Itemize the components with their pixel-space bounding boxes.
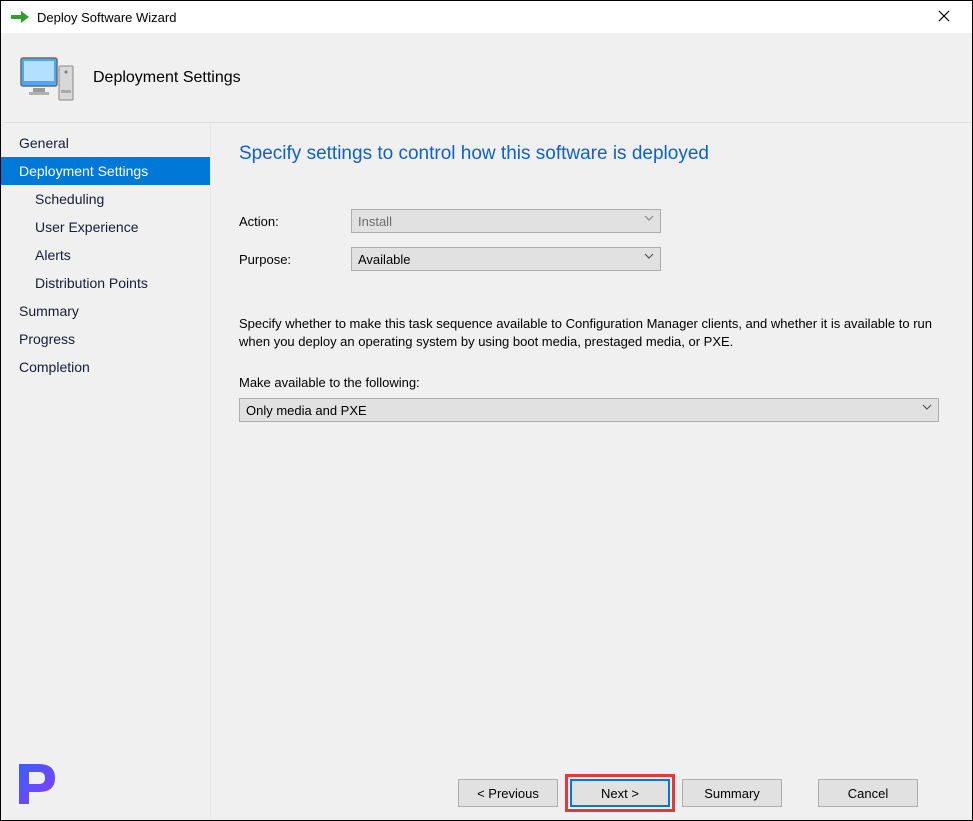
arrow-right-icon <box>11 10 29 24</box>
sidebar-item-progress[interactable]: Progress <box>1 325 210 353</box>
purpose-dropdown[interactable]: Available <box>351 247 661 271</box>
action-value: Install <box>358 214 392 229</box>
action-row: Action: Install <box>239 209 944 233</box>
close-icon <box>938 10 950 22</box>
sidebar-item-scheduling[interactable]: Scheduling <box>1 185 210 213</box>
chevron-down-icon <box>644 252 654 263</box>
purpose-value: Available <box>358 252 411 267</box>
purpose-label: Purpose: <box>239 252 351 267</box>
brand-logo-icon <box>9 756 65 812</box>
sidebar-item-summary[interactable]: Summary <box>1 297 210 325</box>
cancel-button[interactable]: Cancel <box>818 779 918 807</box>
wizard-body: General Deployment Settings Scheduling U… <box>1 123 972 820</box>
sidebar-item-completion[interactable]: Completion <box>1 353 210 381</box>
action-label: Action: <box>239 214 351 229</box>
titlebar: Deploy Software Wizard <box>1 1 972 33</box>
sidebar-item-alerts[interactable]: Alerts <box>1 241 210 269</box>
action-dropdown: Install <box>351 209 661 233</box>
sidebar-item-user-experience[interactable]: User Experience <box>1 213 210 241</box>
main-panel: Specify settings to control how this sof… <box>211 123 972 820</box>
content-area: Specify settings to control how this sof… <box>239 143 944 766</box>
available-label: Make available to the following: <box>239 375 944 390</box>
summary-button[interactable]: Summary <box>682 779 782 807</box>
sidebar-item-deployment-settings[interactable]: Deployment Settings <box>1 157 210 185</box>
window-title: Deploy Software Wizard <box>37 10 924 25</box>
chevron-down-icon <box>922 403 932 414</box>
wizard-header: Deployment Settings <box>1 33 972 123</box>
next-button[interactable]: Next > <box>570 779 670 807</box>
sidebar: General Deployment Settings Scheduling U… <box>1 123 211 820</box>
wizard-footer: < Previous Next > Summary Cancel <box>239 766 944 820</box>
wizard-window: Deploy Software Wizard Deployment Settin… <box>0 0 973 821</box>
sidebar-item-general[interactable]: General <box>1 129 210 157</box>
description-text: Specify whether to make this task sequen… <box>239 315 944 351</box>
close-button[interactable] <box>924 9 964 25</box>
page-title: Deployment Settings <box>93 69 241 87</box>
main-heading: Specify settings to control how this sof… <box>239 143 944 165</box>
available-value: Only media and PXE <box>246 403 367 418</box>
purpose-row: Purpose: Available <box>239 247 944 271</box>
available-dropdown[interactable]: Only media and PXE <box>239 398 939 422</box>
monitor-icon <box>19 52 75 104</box>
previous-button[interactable]: < Previous <box>458 779 558 807</box>
sidebar-item-distribution-points[interactable]: Distribution Points <box>1 269 210 297</box>
chevron-down-icon <box>644 214 654 225</box>
